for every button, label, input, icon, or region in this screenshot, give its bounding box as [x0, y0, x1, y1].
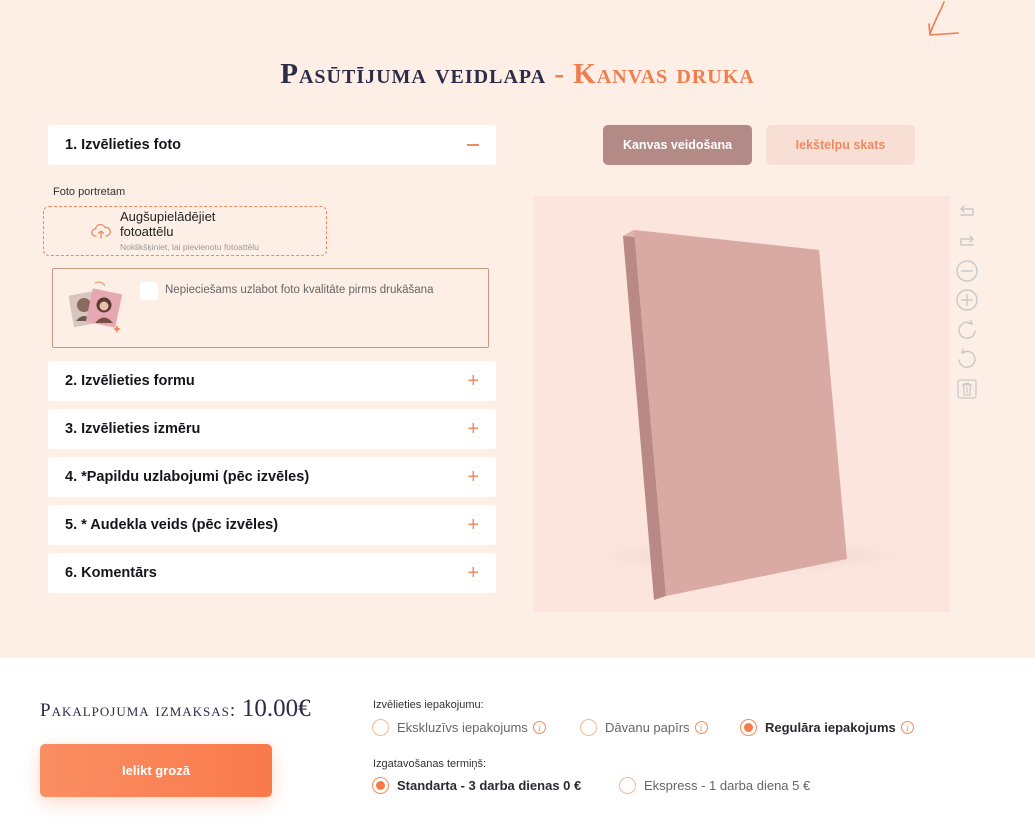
packaging-option-gift-paper[interactable]: Dāvanu papīrs i [580, 719, 708, 736]
redo-icon[interactable] [955, 229, 979, 253]
quality-checkbox[interactable] [140, 282, 158, 300]
expand-plus-icon[interactable]: + [467, 419, 479, 439]
radio-label: Ekskluzīvs iepakojums [397, 720, 528, 735]
undo-icon[interactable] [955, 199, 979, 223]
canvas-mockup-illustration [569, 230, 929, 600]
term-option-standard[interactable]: Standarta - 3 darba dienas 0 € [372, 777, 581, 794]
accordion-label: 4. *Papildu uzlabojumi (pēc izvēles) [65, 469, 310, 485]
accordion-choose-size[interactable]: 3. Izvēlieties izmēru + [48, 409, 496, 449]
info-icon[interactable]: i [694, 721, 708, 734]
upload-title: Augšupielādējiet fotoattēlu [120, 209, 216, 239]
page-title: Pasūtījuma veidlapa - Kanvas druka [0, 58, 1035, 91]
accordion-label: 1. Izvēlieties foto [65, 137, 182, 153]
trash-icon[interactable] [955, 377, 979, 401]
radio-circle-selected[interactable] [740, 719, 757, 736]
accordion-label: 3. Izvēlieties izmēru [65, 421, 201, 437]
price-value: 10.00€ [241, 695, 311, 722]
tab-canvas-editor[interactable]: Kanvas veidošana [603, 125, 752, 165]
quality-option-label: Nepieciešams uzlabot foto kvalitāte pirm… [165, 284, 434, 296]
packaging-option-exclusive[interactable]: Ekskluzīvs iepakojums i [372, 719, 546, 736]
zoom-in-icon[interactable] [955, 288, 979, 312]
order-summary-panel: Pakalpojuma izmaksas: 10.00€ Ielikt groz… [0, 658, 1035, 818]
page-title-accent: Kanvas druka [573, 58, 755, 90]
accordion-label: 2. Izvēlieties formu [65, 373, 195, 389]
decorative-arrow-icon [928, 1, 959, 36]
expand-plus-icon[interactable]: + [467, 515, 479, 535]
rotate-left-icon[interactable] [955, 347, 979, 371]
cloud-upload-icon [91, 223, 111, 239]
photo-field-label: Foto portretam [53, 186, 126, 198]
radio-circle[interactable] [580, 719, 597, 736]
page-title-separator: - [546, 58, 574, 90]
info-icon[interactable]: i [532, 721, 546, 734]
portrait-sample-icon [69, 281, 123, 333]
info-icon[interactable]: i [900, 721, 914, 734]
expand-plus-icon[interactable]: + [467, 371, 479, 391]
radio-label: Regulāra iepakojums [765, 720, 896, 735]
tab-interior-view[interactable]: Iekštelpu skats [766, 125, 915, 165]
radio-circle[interactable] [619, 777, 636, 794]
term-option-express[interactable]: Ekspress - 1 darba diena 5 € [619, 777, 810, 794]
packaging-group-label: Izvēlieties iepakojumu: [373, 699, 484, 711]
page-title-main: Pasūtījuma veidlapa [280, 58, 547, 90]
rotate-right-icon[interactable] [955, 318, 979, 342]
collapse-minus-icon[interactable] [467, 144, 479, 146]
accordion-choose-photo[interactable]: 1. Izvēlieties foto [48, 125, 496, 165]
expand-plus-icon[interactable]: + [467, 563, 479, 583]
radio-circle-selected[interactable] [372, 777, 389, 794]
radio-label: Standarta - 3 darba dienas 0 € [397, 778, 582, 793]
accordion-extra-improvements[interactable]: 4. *Papildu uzlabojumi (pēc izvēles) + [48, 457, 496, 497]
radio-circle[interactable] [372, 719, 389, 736]
packaging-option-regular[interactable]: Regulāra iepakojums i [740, 719, 914, 736]
radio-label: Dāvanu papīrs [605, 720, 690, 735]
radio-label: Ekspress - 1 darba diena 5 € [644, 778, 811, 793]
accordion-choose-shape[interactable]: 2. Izvēlieties formu + [48, 361, 496, 401]
term-group-label: Izgatavošanas termiņš: [373, 758, 487, 770]
accordion-label: 6. Komentārs [65, 565, 157, 581]
price-label-text: Pakalpojuma izmaksas: [40, 700, 237, 721]
zoom-out-icon[interactable] [955, 259, 979, 283]
expand-plus-icon[interactable]: + [467, 467, 479, 487]
accordion-label: 5. * Audekla veids (pēc izvēles) [65, 517, 279, 533]
accordion-canvas-type[interactable]: 5. * Audekla veids (pēc izvēles) + [48, 505, 496, 545]
upload-subtitle: Noklikšķiniet, lai pievienotu fotoattēlu [120, 242, 259, 252]
add-to-cart-button[interactable]: Ielikt grozā [40, 744, 272, 797]
photo-quality-option: Nepieciešams uzlabot foto kvalitāte pirm… [52, 268, 489, 348]
price-label: Pakalpojuma izmaksas: 10.00€ [40, 695, 311, 723]
canvas-preview [534, 196, 950, 612]
photo-upload-dropzone[interactable]: Augšupielādējiet fotoattēlu Noklikšķinie… [43, 206, 327, 256]
accordion-comment[interactable]: 6. Komentārs + [48, 553, 496, 593]
